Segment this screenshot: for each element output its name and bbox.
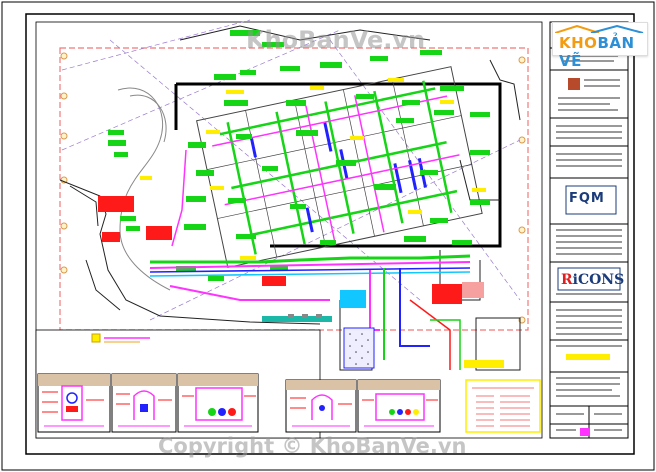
red-zones — [98, 196, 462, 304]
section-detail-1 — [37, 373, 111, 433]
section-detail-5 — [357, 379, 441, 433]
ricons-rest: iCONS — [572, 272, 625, 288]
cyan-zone — [340, 290, 366, 308]
ricons-r: R — [561, 272, 573, 288]
guide-lines — [61, 19, 521, 321]
drawing-stage: KHOBẢN VẼ FQM RiCONS KhoBanVe.vn Copyrig… — [0, 0, 656, 472]
kho-ban-ve-logo: KHOBẢN VẼ — [552, 22, 648, 70]
ricons-logo: RiCONS — [561, 272, 624, 288]
legend-table — [465, 379, 541, 433]
section-detail-2 — [111, 373, 177, 433]
section-detail-3 — [177, 373, 259, 433]
ramp-curve — [117, 87, 171, 291]
fqm-logo: FQM — [569, 191, 605, 206]
small-marks — [288, 314, 322, 318]
logo-part1: KHO — [559, 34, 598, 52]
equipment-labels — [108, 30, 490, 281]
logo-text: KHOBẢN VẼ — [559, 34, 647, 70]
title-block — [549, 21, 629, 439]
watermark-bottom: Copyright © KhoBanVe.vn — [158, 434, 467, 458]
note-tags — [140, 78, 486, 260]
watermark-top: KhoBanVe.vn — [246, 26, 426, 54]
roof-icon — [555, 25, 644, 33]
note-bar — [464, 360, 504, 368]
cad-drawing — [1, 1, 655, 471]
section-detail-4 — [285, 379, 357, 433]
tank — [343, 327, 375, 369]
pink-zone — [462, 282, 484, 298]
